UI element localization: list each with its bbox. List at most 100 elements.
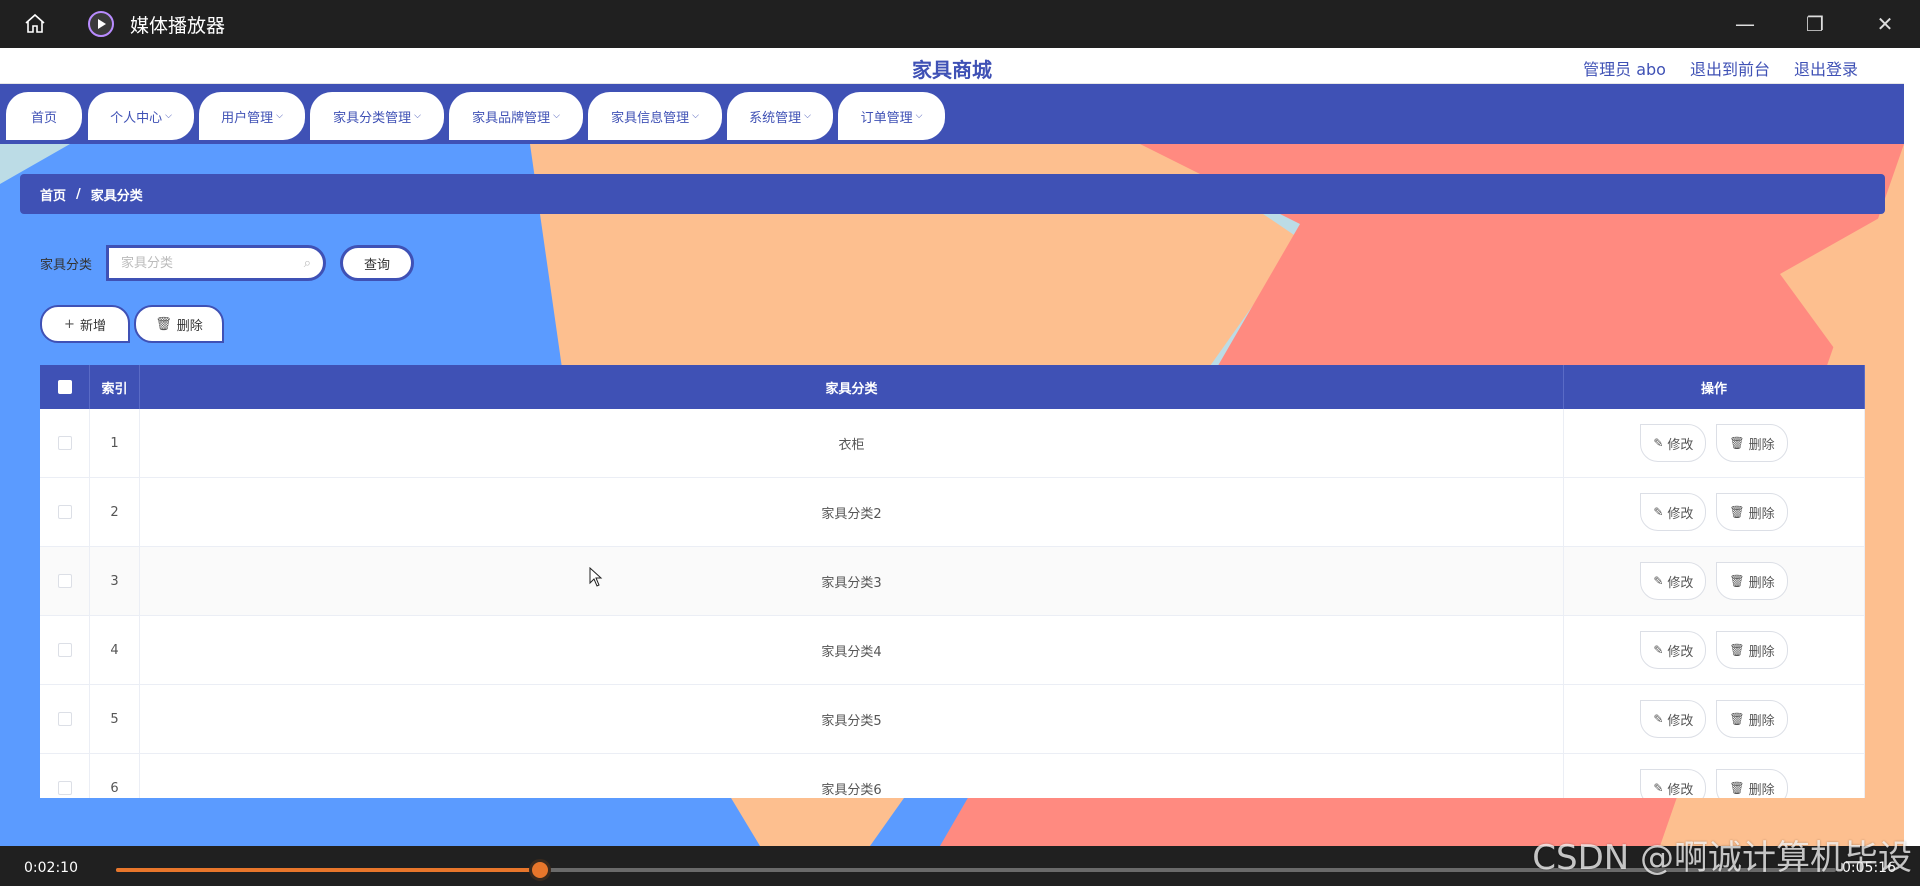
exit-to-frontend-link[interactable]: 退出到前台 xyxy=(1690,56,1770,80)
nav-tab-brand[interactable]: 家具品牌管理 ⌵ xyxy=(449,92,583,140)
edit-icon: ✎ xyxy=(1653,643,1664,657)
edit-button-label: 修改 xyxy=(1667,506,1694,522)
nav-tab-home[interactable]: 首页 xyxy=(6,92,82,140)
trash-icon: 🗑 xyxy=(1729,643,1745,657)
table-row: 4 家具分类4 ✎ 修改 🗑 删除 xyxy=(40,616,1865,685)
edit-icon: ✎ xyxy=(1653,712,1664,726)
chevron-down-icon: ⌵ xyxy=(804,111,811,121)
home-button[interactable] xyxy=(0,0,70,48)
home-icon xyxy=(25,13,45,33)
trash-icon: 🗑 xyxy=(1729,505,1745,519)
close-icon: ✕ xyxy=(1876,12,1894,36)
trash-icon: 🗑 xyxy=(1729,781,1745,795)
row-checkbox[interactable] xyxy=(57,712,72,726)
action-row: + 新增 🗑 删除 xyxy=(40,305,224,343)
minimize-button[interactable]: — xyxy=(1710,0,1780,48)
row-ops: ✎ 修改 🗑 删除 xyxy=(1564,478,1865,546)
logout-link[interactable]: 退出登录 xyxy=(1794,56,1858,80)
delete-button[interactable]: 🗑 删除 xyxy=(1716,493,1788,531)
delete-button-label: 删除 xyxy=(1748,713,1775,729)
seek-handle[interactable] xyxy=(529,859,552,881)
nav-tab-users[interactable]: 用户管理 ⌵ xyxy=(199,92,305,140)
trash-icon: 🗑 xyxy=(155,316,172,332)
delete-button[interactable]: 🗑 删除 xyxy=(1716,424,1788,462)
row-select-cell xyxy=(40,616,90,684)
edit-button[interactable]: ✎ 修改 xyxy=(1640,493,1707,531)
play-icon xyxy=(98,19,106,29)
row-ops: ✎ 修改 🗑 删除 xyxy=(1564,685,1865,753)
row-ops: ✎ 修改 🗑 删除 xyxy=(1564,547,1865,615)
category-table: 索引 家具分类 操作 1 衣柜 ✎ 修改 🗑 删除 2 家具分类2 ✎ 修改 🗑 删除 3 家具分类3 ✎ 修… xyxy=(40,365,1865,798)
delete-button[interactable]: 🗑 删除 xyxy=(1716,631,1788,669)
search-input[interactable] xyxy=(121,255,292,271)
minimize-icon: — xyxy=(1735,12,1755,36)
breadcrumb-home[interactable]: 首页 xyxy=(40,185,66,204)
row-category: 家具分类3 xyxy=(140,547,1564,615)
row-checkbox[interactable] xyxy=(57,643,72,657)
admin-user-label: 管理员 abo xyxy=(1583,60,1666,79)
delete-button-label: 删除 xyxy=(176,318,203,334)
delete-button-label: 删除 xyxy=(1748,644,1775,660)
select-all-checkbox[interactable] xyxy=(57,380,72,394)
nav-tab-label: 个人中心 xyxy=(110,110,163,126)
media-player-title-bar: 媒体播放器 — ❐ ✕ xyxy=(0,0,1920,48)
delete-button-label: 删除 xyxy=(1748,437,1775,453)
edit-button-label: 修改 xyxy=(1667,782,1694,798)
edit-button[interactable]: ✎ 修改 xyxy=(1640,700,1707,738)
nav-tab-orders[interactable]: 订单管理 ⌵ xyxy=(838,92,945,140)
add-button-label: 新增 xyxy=(79,318,106,334)
row-ops: ✎ 修改 🗑 删除 xyxy=(1564,616,1865,684)
edit-button[interactable]: ✎ 修改 xyxy=(1640,424,1707,462)
table-row: 1 衣柜 ✎ 修改 🗑 删除 xyxy=(40,409,1865,478)
delete-button[interactable]: 🗑 删除 xyxy=(1716,562,1788,600)
row-index: 1 xyxy=(90,409,140,477)
nav-tab-label: 订单管理 xyxy=(860,110,913,126)
player-title: 媒体播放器 xyxy=(130,14,226,37)
row-ops: ✎ 修改 🗑 删除 xyxy=(1564,754,1865,798)
nav-tab-personal[interactable]: 个人中心 ⌵ xyxy=(88,92,194,140)
table-body: 1 衣柜 ✎ 修改 🗑 删除 2 家具分类2 ✎ 修改 🗑 删除 3 家具分类3 ✎ 修改 🗑 删除 4 家具分类4 ✎… xyxy=(40,409,1865,798)
edit-button-label: 修改 xyxy=(1667,644,1694,660)
header-select-all-cell xyxy=(40,365,90,409)
chevron-down-icon: ⌵ xyxy=(165,111,172,121)
table-row: 2 家具分类2 ✎ 修改 🗑 删除 xyxy=(40,478,1865,547)
row-index: 2 xyxy=(90,478,140,546)
watermark: CSDN @啊诚计算机毕设 xyxy=(1532,838,1912,878)
breadcrumb-current: 家具分类 xyxy=(90,188,143,204)
nav-tab-furniture-info[interactable]: 家具信息管理 ⌵ xyxy=(588,92,722,140)
edit-icon: ✎ xyxy=(1653,574,1664,588)
add-button[interactable]: + 新增 xyxy=(40,305,130,343)
header-ops: 操作 xyxy=(1564,365,1865,409)
bulk-delete-button[interactable]: 🗑 删除 xyxy=(134,305,224,343)
row-index: 5 xyxy=(90,685,140,753)
media-player-app-icon xyxy=(88,11,114,37)
delete-button[interactable]: 🗑 删除 xyxy=(1716,769,1788,798)
edit-button[interactable]: ✎ 修改 xyxy=(1640,769,1707,798)
close-button[interactable]: ✕ xyxy=(1850,0,1920,48)
row-select-cell xyxy=(40,754,90,798)
row-ops: ✎ 修改 🗑 删除 xyxy=(1564,409,1865,477)
delete-button-label: 删除 xyxy=(1748,782,1775,798)
row-checkbox[interactable] xyxy=(57,505,72,519)
query-button[interactable]: 查询 xyxy=(340,245,415,281)
nav-tab-label: 系统管理 xyxy=(749,110,802,126)
row-checkbox[interactable] xyxy=(57,436,72,450)
row-checkbox[interactable] xyxy=(57,574,72,588)
edit-button[interactable]: ✎ 修改 xyxy=(1640,562,1707,600)
row-checkbox[interactable] xyxy=(57,781,72,795)
delete-button-label: 删除 xyxy=(1748,575,1775,591)
mouse-cursor-icon xyxy=(589,567,603,587)
trash-icon: 🗑 xyxy=(1729,436,1745,450)
nav-tab-category[interactable]: 家具分类管理 ⌵ xyxy=(310,92,444,140)
header-index: 索引 xyxy=(90,365,140,409)
row-index: 4 xyxy=(90,616,140,684)
nav-tab-label: 家具分类管理 xyxy=(333,110,412,126)
delete-button[interactable]: 🗑 删除 xyxy=(1716,700,1788,738)
header-category: 家具分类 xyxy=(140,365,1564,409)
nav-tab-system[interactable]: 系统管理 ⌵ xyxy=(727,92,833,140)
chevron-down-icon: ⌵ xyxy=(553,111,560,121)
nav-tab-label: 用户管理 xyxy=(221,110,274,126)
search-icon: ⌕ xyxy=(303,256,312,271)
restore-button[interactable]: ❐ xyxy=(1780,0,1850,48)
edit-button[interactable]: ✎ 修改 xyxy=(1640,631,1707,669)
